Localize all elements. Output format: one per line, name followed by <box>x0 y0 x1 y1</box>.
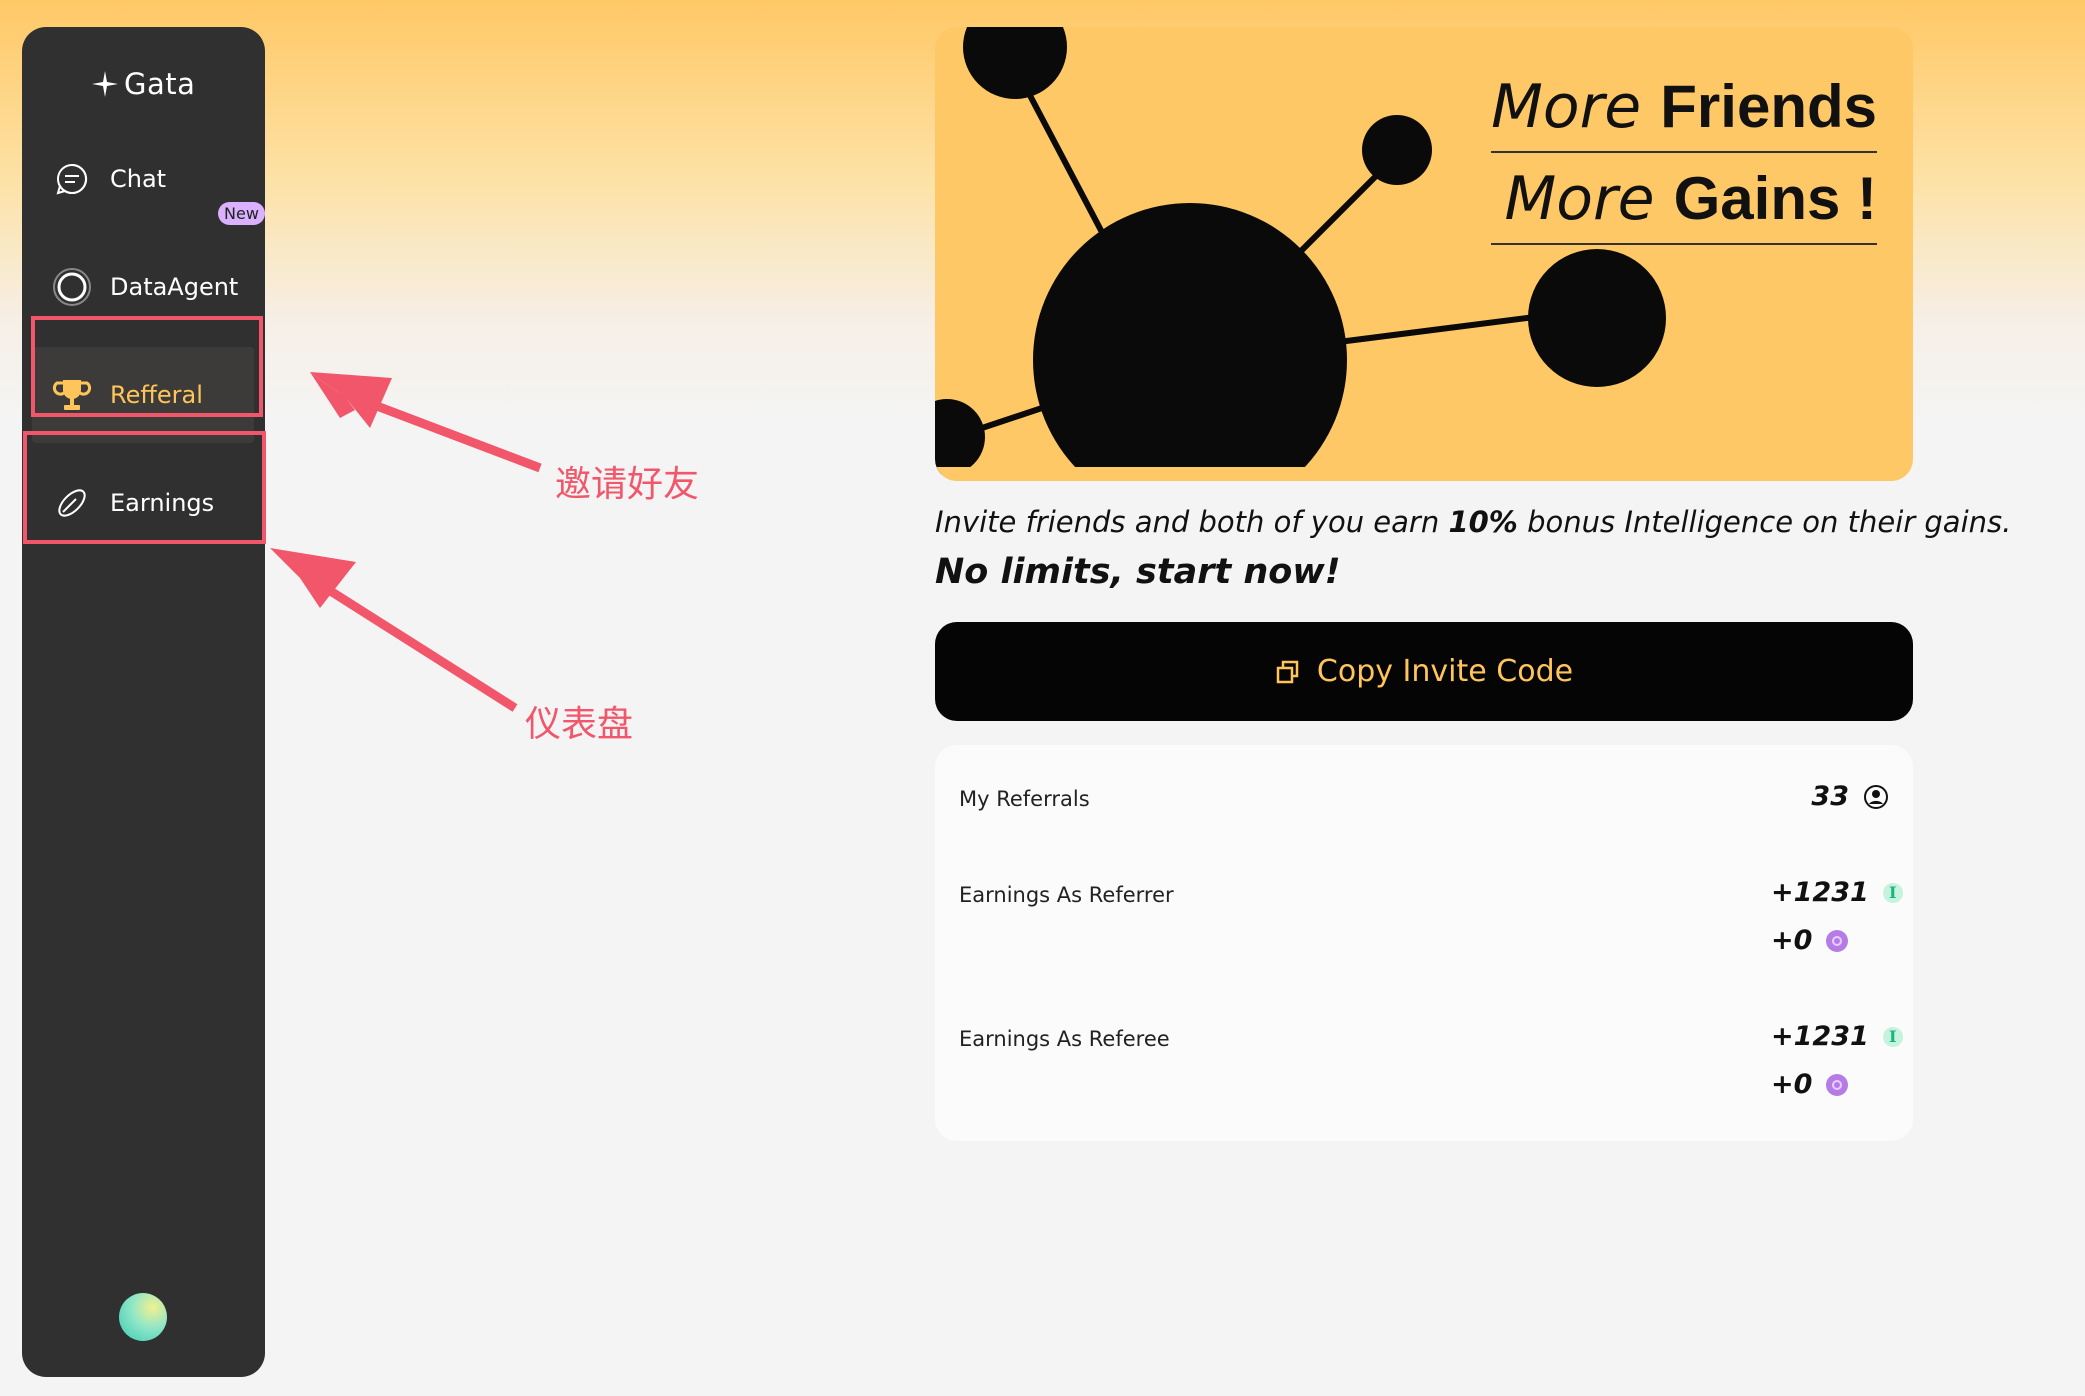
annotation-referral-label: 邀请好友 <box>555 464 700 505</box>
my-referrals-value: 33 <box>1811 781 1889 812</box>
referee-intelligence-value: +1231 I <box>1771 1021 1903 1052</box>
referral-stats-panel: My Referrals 33 Earnings As Referrer +12… <box>935 745 1913 1141</box>
referrer-points-value: +0 <box>1771 925 1849 956</box>
points-token-icon <box>1826 1073 1849 1096</box>
points-token-icon <box>1826 929 1849 952</box>
arrow-earnings <box>270 548 518 712</box>
referee-points-value: +0 <box>1771 1069 1849 1100</box>
invite-description: Invite friends and both of you earn 10% … <box>935 505 2012 539</box>
banner-line-1: More Friends <box>1491 67 1877 153</box>
banner-line-2: More Gains ! <box>1491 159 1877 245</box>
banner-title: More Friends More Gains ! <box>1491 67 1877 251</box>
intelligence-token-icon: I <box>1882 1026 1903 1047</box>
earnings-referee-label: Earnings As Referee <box>959 1027 1170 1051</box>
referral-banner: More Friends More Gains ! <box>935 27 1913 481</box>
earnings-referrer-label: Earnings As Referrer <box>959 883 1174 907</box>
invite-cta: No limits, start now! <box>935 552 1341 592</box>
my-referrals-label: My Referrals <box>959 787 1090 811</box>
arrow-referral <box>310 372 542 473</box>
copy-button-label: Copy Invite Code <box>1316 654 1574 689</box>
user-circle-icon <box>1864 784 1888 809</box>
referrer-intelligence-value: +1231 I <box>1771 877 1903 908</box>
annotation-earnings-label: 仪表盘 <box>525 704 634 745</box>
copy-invite-code-button[interactable]: Copy Invite Code <box>935 622 1913 721</box>
intelligence-token-icon: I <box>1882 882 1903 903</box>
copy-icon <box>1276 660 1299 683</box>
